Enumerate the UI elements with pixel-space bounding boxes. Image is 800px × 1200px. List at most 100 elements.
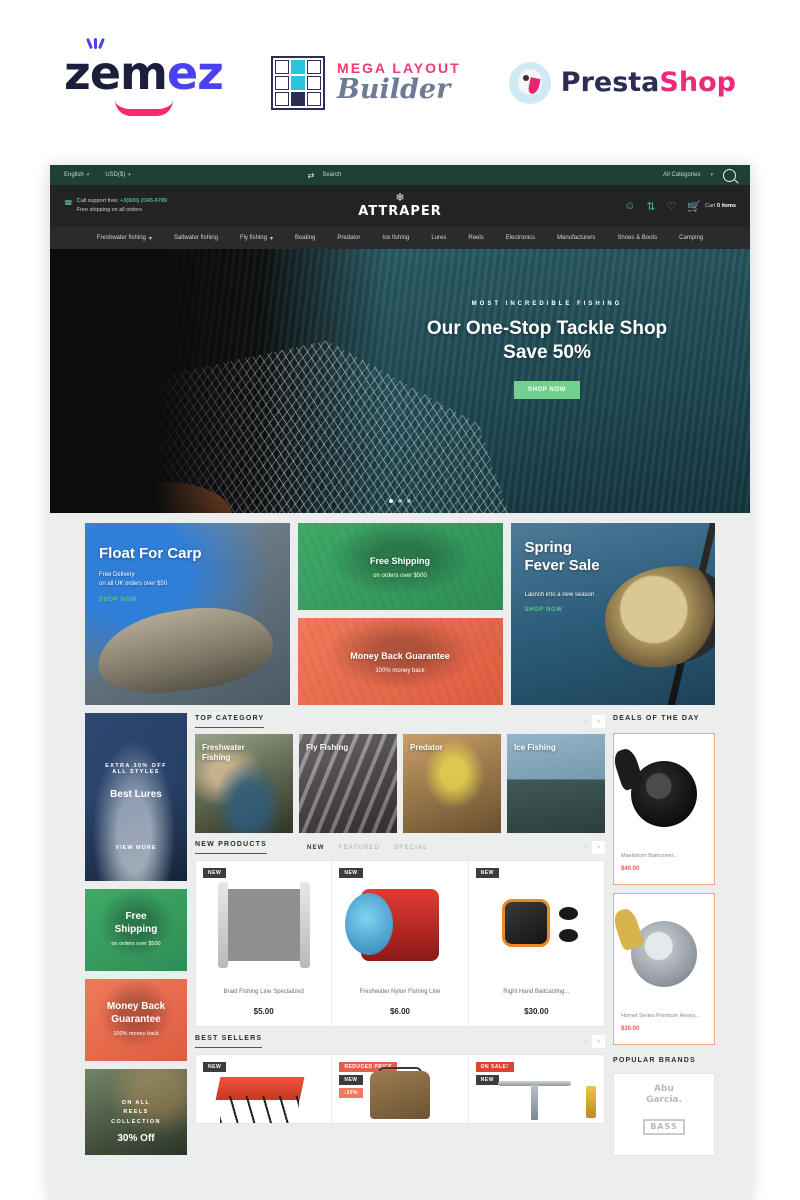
promo-title: Money Back Guarantee [350, 651, 450, 662]
nav-item-boating[interactable]: Boating [284, 235, 326, 241]
banner-view-more-button[interactable]: VIEW MORE [85, 845, 187, 851]
hero-kicker: MOST INCREDIBLE FISHING [471, 301, 623, 307]
sidebar-banner-best-lures[interactable]: EXTRA 30% OFF ALL STYLES Best Lures VIEW… [85, 713, 187, 881]
fisherman-silhouette [297, 523, 503, 610]
nav-item-ice-fishing[interactable]: Ice fishing [371, 235, 420, 241]
brand-bass[interactable]: BASS [643, 1119, 685, 1136]
nav-item-lures[interactable]: Lures [420, 235, 457, 241]
category-tile-freshwater-fishing[interactable]: Freshwater Fishing [195, 734, 293, 833]
fish-hook-icon: ❄ [395, 192, 405, 204]
hero-vignette [50, 249, 281, 513]
product-card[interactable]: REDUCED PRICE NEW -20% [332, 1055, 469, 1123]
cart-icon[interactable]: 🛒 [687, 200, 701, 213]
nav-item-camping[interactable]: Camping [668, 235, 714, 241]
page-root: zemez MEGA LAYOUT Builder PrestaShop Eng… [0, 0, 800, 1200]
heart-icon[interactable]: ♡ [667, 200, 677, 213]
nav-item-fly-fishing[interactable]: Fly fishing ▾ [229, 235, 284, 242]
top-category-section: TOP CATEGORY ‹ › Freshwater Fishing Fly … [195, 713, 605, 833]
promo-money-back[interactable]: Money Back Guarantee 100% money back [297, 618, 503, 705]
search-icon[interactable] [723, 168, 736, 182]
promo-shop-now-link[interactable]: SHOP NOW [525, 607, 563, 613]
chevron-left-icon[interactable]: ‹ [579, 841, 592, 854]
deal-card[interactable]: Maelstrom Baitrunner... $40.00 [613, 733, 715, 885]
utility-bar: English ▾ USD($) ▾ ⇄ Search All Categori… [50, 165, 750, 185]
nav-item-manufacturers[interactable]: Manufacturers [546, 235, 606, 241]
compare-icon[interactable]: ⇄ [308, 171, 315, 180]
chevron-left-icon[interactable]: ‹ [579, 1035, 592, 1048]
chevron-down-icon: ▾ [128, 172, 131, 178]
badge-new: NEW [203, 1062, 227, 1072]
tab-new[interactable]: NEW [307, 845, 325, 851]
best-sellers-carousel-controls[interactable]: ‹ › [579, 1035, 605, 1048]
support-phone[interactable]: +3(800) 2345-6789 [120, 198, 167, 204]
tab-featured[interactable]: FEATURED [339, 845, 381, 851]
sidebar-banner-reels-collection[interactable]: ON ALL REELS COLLECTION 30% Off [85, 1069, 187, 1155]
product-card[interactable]: NEW [196, 1055, 333, 1123]
deal-card[interactable]: Hornet Series Premium Heavy... $30.00 [613, 892, 715, 1045]
prestashop-logo: PrestaShop [508, 61, 736, 104]
hero-slider[interactable]: MOST INCREDIBLE FISHING Our One-Stop Tac… [50, 249, 750, 513]
nav-item-predator[interactable]: Predator [326, 235, 371, 241]
tab-special[interactable]: SPECIAL [394, 845, 428, 851]
nav-item-shoes-boots[interactable]: Shoes & Boots [606, 235, 668, 241]
cart-count: 0 items [717, 203, 736, 209]
hero-shop-now-button[interactable]: SHOP NOW [513, 380, 581, 399]
chevron-right-icon[interactable]: › [592, 1035, 605, 1048]
user-icon[interactable]: ☺ [624, 200, 635, 212]
prestashop-mascot-icon [508, 61, 551, 104]
slider-dot-1[interactable] [389, 499, 393, 503]
product-name: Hornet Series Premium Heavy... [621, 1012, 700, 1019]
sidebar-banner-money-back[interactable]: Money Back Guarantee 100% money back [85, 979, 187, 1061]
promo-shop-now-link[interactable]: SHOP NOW [99, 597, 137, 603]
language-selector[interactable]: English ▾ [64, 172, 89, 178]
product-card[interactable]: ON SALE! NEW [469, 1055, 604, 1123]
chevron-down-icon: ▾ [148, 235, 152, 242]
nav-item-electronics[interactable]: Electronics [495, 235, 546, 241]
new-products-carousel-controls[interactable]: ‹ › [579, 841, 605, 854]
content-columns: EXTRA 30% OFF ALL STYLES Best Lures VIEW… [50, 713, 750, 1157]
popular-brands-section: POPULAR BRANDS Abu Garcia. BASS [613, 1052, 715, 1157]
store-logo[interactable]: ❄ ATTRAPER [358, 192, 442, 220]
section-title-best-sellers: BEST SELLERS [195, 1035, 263, 1048]
cart-label[interactable]: Cart 0 items [705, 203, 736, 209]
nav-label: Camping [679, 235, 704, 241]
presta-part1: Presta [560, 67, 660, 98]
category-tile-fly-fishing[interactable]: Fly Fishing [299, 734, 397, 833]
chevron-right-icon[interactable]: › [592, 715, 605, 728]
promo-float-for-carp[interactable]: Float For Carp Free Delivery on all UK or… [85, 523, 290, 705]
mlb-subtitle: Builder [337, 73, 451, 105]
category-tile-ice-fishing[interactable]: Ice Fishing [507, 734, 605, 833]
brand-abu-garcia[interactable]: Abu Garcia. [620, 1084, 708, 1107]
promo-spring-fever-sale[interactable]: Spring Fever Sale Launch into a new seas… [510, 523, 715, 705]
search-label[interactable]: Search [322, 172, 341, 178]
nav-label: Freshwater fishing [96, 235, 146, 241]
compare-icon[interactable]: ⇅ [646, 200, 655, 213]
slider-dot-2[interactable] [398, 499, 402, 503]
promo-free-shipping[interactable]: Free Shipping on orders over $500 [297, 523, 503, 610]
nav-item-freshwater-fishing[interactable]: Freshwater fishing ▾ [86, 235, 163, 242]
promo-mid-column: Free Shipping on orders over $500 Money … [297, 523, 503, 705]
currency-selector[interactable]: USD($) ▾ [105, 172, 131, 178]
chevron-left-icon[interactable]: ‹ [579, 715, 592, 728]
all-categories-select[interactable]: All Categories [663, 172, 700, 178]
nav-item-reels[interactable]: Reels [457, 235, 494, 241]
product-card[interactable]: NEW Freshwater Nylon Fishing Line $6.00 [332, 861, 469, 1026]
top-category-carousel-controls[interactable]: ‹ › [579, 715, 605, 728]
product-image [338, 869, 461, 981]
main-nav: Freshwater fishing ▾ Saltwater fishing Fl… [50, 227, 750, 249]
right-sidebar: DEALS OF THE DAY Maelstrom Baitrunner...… [613, 713, 715, 1157]
product-name: Braid Fishing Line Specialized [223, 989, 304, 995]
category-tile-predator[interactable]: Predator [403, 734, 501, 833]
chair-legs-image [220, 1095, 299, 1123]
promo-title-line1: Spring [524, 539, 573, 556]
sidebar-banner-free-shipping[interactable]: Free Shipping on orders over $500 [85, 889, 187, 971]
product-grid: NEW Braid Fishing Line Specialized $5.00… [195, 860, 605, 1027]
best-sellers-section: BEST SELLERS ‹ › NEW REDUCED PRICE NEW -… [195, 1027, 605, 1124]
slider-dots[interactable] [389, 499, 411, 503]
chevron-right-icon[interactable]: › [592, 841, 605, 854]
nav-item-saltwater-fishing[interactable]: Saltwater fishing [163, 235, 229, 241]
product-card[interactable]: NEW Braid Fishing Line Specialized $5.00 [196, 861, 333, 1026]
banner-kicker-line2: REELS [123, 1109, 149, 1116]
slider-dot-3[interactable] [407, 499, 411, 503]
product-card[interactable]: NEW Right Hand Baitcasting... $30.00 [469, 861, 604, 1026]
